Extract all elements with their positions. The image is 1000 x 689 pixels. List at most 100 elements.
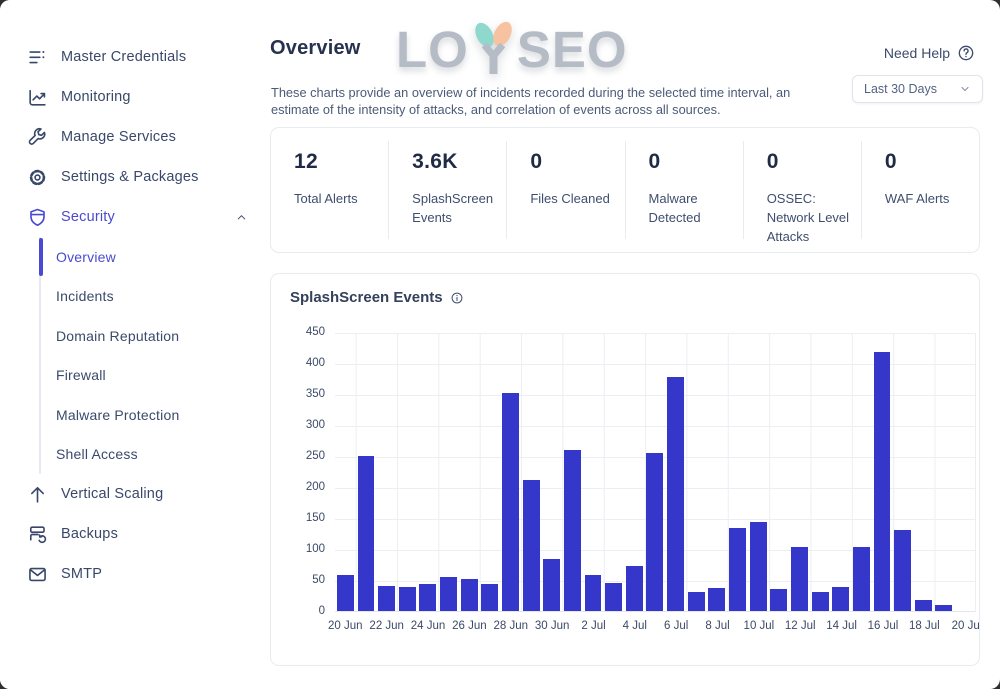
bar-slot-9-jul [727,333,748,611]
bar-18-jul[interactable] [914,599,932,611]
bar-26-jun[interactable] [460,579,478,611]
sidebar-item-backups[interactable]: Backups [0,514,270,554]
x-axis-tick-26-jun: 26 Jun [452,620,487,632]
need-help-link[interactable]: Need Help [884,44,975,62]
stat-waf-alerts: 0 WAF Alerts [860,141,979,239]
sidebar-subitem-malware-protection[interactable]: Malware Protection [41,395,270,435]
stat-value: 0 [884,150,897,173]
sidebar-subitem-domain-reputation[interactable]: Domain Reputation [41,316,270,356]
sidebar-subitem-label: Domain Reputation [56,327,180,344]
bar-slot-26-jun [459,333,480,611]
x-axis-tick-24-jun: 24 Jun [410,620,446,632]
bar-30-jun[interactable] [543,558,561,611]
bar-15-jul[interactable] [852,547,870,611]
chevron-up-icon [237,214,246,219]
bar-28-jun[interactable] [501,393,519,611]
y-axis-tick-200: 200 [305,481,325,493]
bar-23-jun[interactable] [398,587,416,611]
bar-5-jul[interactable] [646,452,664,611]
sidebar-item-label: Backups [61,526,119,542]
bar-slot-20-jun [335,333,356,611]
sidebar-subitem-firewall[interactable]: Firewall [41,356,270,396]
bar-1-jul[interactable] [563,449,581,611]
logo-text-left: LO [396,21,469,78]
bar-17-jul[interactable] [894,530,912,611]
sidebar-item-settings-packages[interactable]: Settings & Packages [0,157,270,197]
bar-slot-22-jun [376,333,397,611]
sidebar-subitem-overview[interactable]: Overview [38,237,270,277]
bar-6-jul[interactable] [667,376,685,611]
bar-8-jul[interactable] [708,588,726,611]
stat-value: 0 [530,150,543,173]
sidebar-item-manage-services[interactable]: Manage Services [0,117,270,157]
bar-29-jun[interactable] [522,479,540,611]
sidebar-subitem-incidents[interactable]: Incidents [41,277,270,317]
y-axis-tick-450: 450 [305,326,325,338]
wrench-icon [28,127,46,145]
sidebar-item-master-credentials[interactable]: Master Credentials [0,37,270,77]
sidebar-nav: Master Credentials Monitoring Manage Servi… [0,37,270,594]
bar-slot-1-jul [562,333,583,611]
info-icon[interactable] [450,291,464,305]
bar-19-jul[interactable] [935,605,953,611]
bar-20-jun[interactable] [336,575,354,611]
need-help-label: Need Help [883,45,950,61]
bar-slot-21-jun [356,333,377,611]
stat-total-alerts: 12 Total Alerts [271,141,388,239]
bar-slot-4-jul [624,333,645,611]
shield-icon-wrap [27,207,48,228]
stat-splashscreen-events: 3.6K SplashScreen Events [388,141,506,239]
stat-label: SplashScreen Events [412,191,494,225]
bar-4-jul[interactable] [625,565,643,611]
bar-slot-10-jul [748,333,769,611]
stat-label: Files Cleaned [530,191,610,206]
bar-21-jun[interactable] [357,456,375,611]
time-range-select[interactable]: Last 30 Days [852,75,983,103]
bar-11-jul[interactable] [770,588,788,611]
bar-3-jul[interactable] [605,582,623,611]
bar-2-jul[interactable] [584,575,602,611]
sidebar-item-smtp[interactable]: SMTP [0,554,270,594]
bar-14-jul[interactable] [832,586,850,611]
sidebar-item-label: Manage Services [61,129,177,145]
sidebar-item-vertical-scaling[interactable]: Vertical Scaling [0,474,270,514]
sidebar-subitem-label: Shell Access [56,446,138,463]
monitoring-chart-icon [29,89,46,106]
monitoring-chart-icon-wrap [27,87,48,108]
bar-slot-30-jun [541,333,562,611]
sidebar-subitem-label: Overview [56,248,116,265]
stat-value: 3.6K [412,150,458,173]
bar-22-jun[interactable] [378,585,396,611]
sidebar-item-monitoring[interactable]: Monitoring [0,77,270,117]
stat-label: Total Alerts [294,191,358,206]
stats-summary-card: 12 Total Alerts 3.6K SplashScreen Events 0 Fi… [270,127,980,253]
bar-12-jul[interactable] [790,547,808,611]
x-axis-tick-2-jul: 2 Jul [581,620,606,632]
y-axis-tick-100: 100 [305,543,325,555]
sidebar-item-security[interactable]: Security [0,197,270,237]
main-content: Overview LO SEO Need Help These charts p… [270,0,1000,689]
bar-25-jun[interactable] [440,576,457,611]
bar-7-jul[interactable] [687,591,705,611]
wrench-icon-wrap [27,127,48,148]
loyseo-logo: LO SEO [396,20,628,75]
bar-10-jul[interactable] [749,522,767,611]
bar-13-jul[interactable] [811,591,829,611]
bar-9-jul[interactable] [729,527,746,611]
bar-slot-18-jul [913,333,934,611]
bar-24-jun[interactable] [419,583,437,611]
sidebar-subitem-shell-access[interactable]: Shell Access [41,435,270,475]
sidebar: Master Credentials Monitoring Manage Servi… [0,0,270,689]
sidebar-subitem-label: Malware Protection [56,406,180,423]
stat-label: Malware Detected [648,191,701,225]
bar-slot-15-jul [851,333,872,611]
bar-16-jul[interactable] [873,351,891,611]
sidebar-subitem-label: Firewall [56,367,106,384]
bar-slot-3-jul [603,333,624,611]
app-window: Master Credentials Monitoring Manage Servi… [0,0,1000,689]
section-chevron [235,211,248,224]
bar-27-jun[interactable] [481,583,499,611]
sidebar-subitem-label: Incidents [56,288,114,305]
bar-slot-28-jun [500,333,521,611]
credentials-list-icon [29,50,45,63]
